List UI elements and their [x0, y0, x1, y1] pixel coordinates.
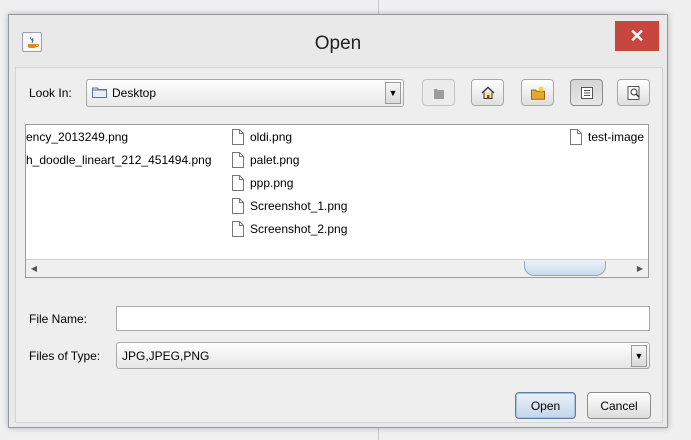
files-of-type-combo[interactable]: JPG,JPEG,PNG ▼: [116, 342, 650, 369]
new-folder-button[interactable]: [521, 79, 554, 106]
list-item[interactable]: oldi.png: [232, 127, 292, 147]
file-icon: [232, 198, 244, 214]
details-view-button[interactable]: [617, 79, 650, 106]
look-in-combo[interactable]: Desktop ▼: [86, 79, 404, 107]
file-name: palet.png: [250, 153, 300, 167]
new-folder-icon: [530, 86, 545, 100]
file-name: oldi.png: [250, 130, 293, 144]
details-view-icon: [627, 85, 639, 100]
files-of-type-label: Files of Type:: [29, 349, 101, 363]
look-in-value: Desktop: [112, 86, 157, 100]
list-item[interactable]: ppp.png: [232, 173, 293, 193]
list-item[interactable]: Screenshot_2.png: [232, 219, 347, 239]
file-name: Screenshot_1.png: [250, 199, 348, 213]
look-in-label: Look In:: [29, 86, 72, 100]
open-dialog: Open ✕ Look In: Desktop ▼ ency_2013249.p…: [8, 14, 668, 428]
horizontal-scrollbar[interactable]: ◀ ▶: [26, 259, 648, 277]
file-name: ency_2013249.png: [26, 130, 129, 144]
list-item[interactable]: palet.png: [232, 150, 299, 170]
home-icon: [481, 86, 494, 99]
list-item[interactable]: Screenshot_1.png: [232, 196, 347, 216]
open-button[interactable]: Open: [515, 392, 576, 419]
files-of-type-value: JPG,JPEG,PNG: [122, 349, 210, 363]
chevron-down-icon[interactable]: ▼: [385, 82, 401, 104]
background-divider: [378, 426, 379, 440]
file-icon: [232, 221, 244, 237]
home-button[interactable]: [471, 79, 504, 106]
close-icon: ✕: [629, 25, 645, 46]
background-divider: [378, 0, 379, 14]
file-icon: [232, 152, 244, 168]
file-icon: [570, 129, 582, 145]
up-folder-button[interactable]: [422, 79, 455, 106]
list-item[interactable]: h_doodle_lineart_212_451494.png: [26, 150, 212, 170]
chevron-down-icon[interactable]: ▼: [631, 345, 647, 367]
list-item[interactable]: ency_2013249.png: [26, 127, 128, 147]
scroll-track[interactable]: [42, 261, 628, 276]
title-bar: Open ✕: [9, 15, 667, 67]
file-name: h_doodle_lineart_212_451494.png: [26, 153, 212, 167]
file-icon: [232, 129, 244, 145]
file-name-label: File Name:: [29, 312, 88, 326]
scroll-left-icon[interactable]: ◀: [28, 262, 40, 274]
scroll-right-icon[interactable]: ▶: [634, 262, 646, 274]
file-name: Screenshot_2.png: [250, 222, 348, 236]
dialog-content: Look In: Desktop ▼ ency_2013249.png h_do…: [15, 67, 663, 423]
up-folder-icon: [433, 88, 444, 99]
list-view-button[interactable]: [570, 79, 603, 106]
close-button[interactable]: ✕: [615, 21, 659, 51]
file-name: ppp.png: [250, 176, 294, 190]
file-icon: [232, 175, 244, 191]
list-item[interactable]: test-image: [570, 127, 644, 147]
dialog-title: Open: [314, 33, 362, 54]
file-name: test-image: [588, 130, 645, 144]
cancel-button[interactable]: Cancel: [587, 392, 651, 419]
folder-icon: [92, 87, 107, 98]
file-name-input[interactable]: [116, 306, 650, 331]
scroll-thumb[interactable]: [524, 261, 606, 276]
list-view-icon: [580, 86, 593, 99]
file-list[interactable]: ency_2013249.png h_doodle_lineart_212_45…: [25, 124, 649, 278]
